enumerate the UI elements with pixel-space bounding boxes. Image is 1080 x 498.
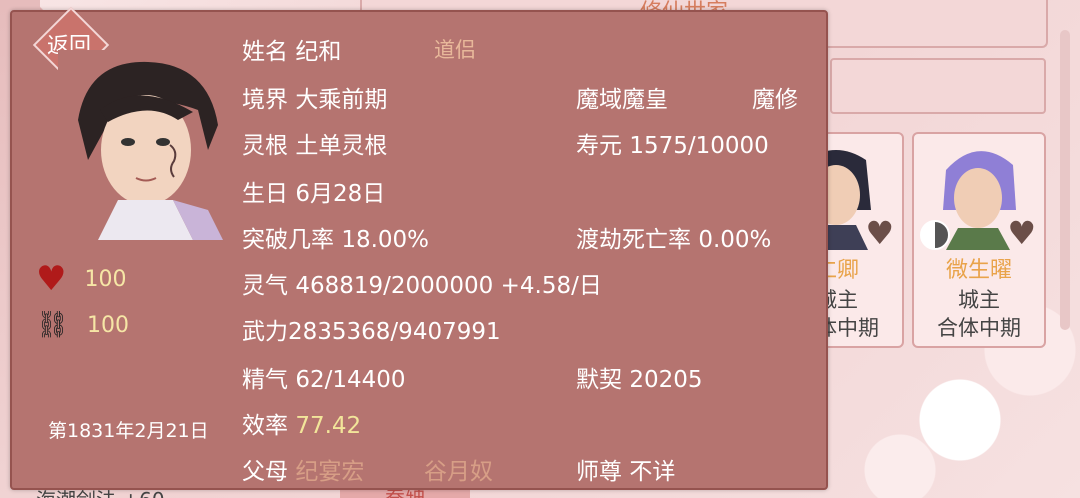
secondary-bar — [830, 58, 1046, 114]
master-row: 师尊 不详 — [576, 452, 675, 486]
qi-row: 灵气 468819/2000000 +4.58/日 — [242, 266, 602, 300]
force-value: 2835368/9407991 — [288, 319, 501, 345]
breakthrough-row: 突破几率 18.00% — [242, 220, 429, 254]
character-card-2[interactable]: ♥ 微生曜 城主 合体中期 — [912, 132, 1046, 348]
birthday-label: 生日 — [242, 181, 288, 207]
tribulation-label: 渡劫死亡率 — [576, 227, 691, 253]
character-realm: 合体中期 — [937, 316, 1021, 340]
efficiency-label: 效率 — [242, 413, 288, 439]
sect-value: 魔修 — [752, 87, 798, 113]
qi-label: 灵气 — [242, 273, 288, 299]
relation-tag: 道侣 — [434, 38, 476, 62]
root-row: 灵根 土单灵根 — [242, 126, 387, 160]
heart-icon: ♥ — [1007, 214, 1036, 252]
force-row: 武力2835368/9407991 — [242, 312, 501, 346]
lifespan-row: 寿元 1575/10000 — [576, 126, 769, 160]
bond-stat-value: 100 — [87, 312, 130, 338]
root-label: 灵根 — [242, 133, 288, 159]
heart-icon: ♥ — [865, 214, 894, 252]
bond-label: 默契 — [576, 367, 622, 393]
tribulation-value: 0.00% — [698, 227, 772, 253]
realm-value: 大乘前期 — [295, 87, 388, 113]
master-value: 不详 — [629, 459, 676, 485]
lifespan-value: 1575/10000 — [629, 133, 769, 159]
parents-row: 父母 纪宴宏 — [242, 452, 364, 486]
character-avatar — [58, 50, 228, 240]
name-row: 姓名 纪和 — [242, 32, 341, 66]
birthday-value: 6月28日 — [295, 181, 386, 207]
birthday-row: 生日 6月28日 — [242, 174, 385, 208]
efficiency-value: 77.42 — [295, 413, 362, 439]
character-info-panel: 返回 ♥ 100 ⛓ 100 第1831年2月21日 姓名 纪和 道侣 境界 大… — [10, 6, 828, 490]
parents-label: 父母 — [242, 459, 288, 485]
mother-link[interactable]: 谷月奴 — [424, 452, 493, 486]
character-name: 微生曜 — [945, 258, 1012, 283]
bond-row: 默契 20205 — [576, 360, 702, 394]
name-label: 姓名 — [242, 39, 288, 65]
heart-icon: ♥ — [36, 259, 67, 299]
affection-value: 100 — [84, 266, 127, 292]
force-label: 武力 — [242, 319, 288, 345]
master-label: 师尊 — [576, 459, 622, 485]
efficiency-row: 效率 77.42 — [242, 406, 361, 440]
affection-stat: ♥ 100 — [36, 259, 127, 299]
essence-value: 62/14400 — [295, 367, 406, 393]
title-value: 魔域魔皇 — [576, 87, 668, 113]
root-value: 土单灵根 — [295, 133, 388, 159]
handcuffs-icon: ⛓ — [36, 310, 70, 340]
realm-row: 境界 大乘前期 — [242, 80, 387, 114]
essence-row: 精气 62/14400 — [242, 360, 406, 394]
qi-value: 468819/2000000 +4.58/日 — [295, 273, 602, 299]
tribulation-row: 渡劫死亡率 0.00% — [576, 220, 771, 254]
father-link[interactable]: 纪宴宏 — [295, 459, 364, 485]
scrollbar[interactable] — [1060, 30, 1070, 330]
lifespan-label: 寿元 — [576, 133, 622, 159]
essence-label: 精气 — [242, 367, 288, 393]
breakthrough-label: 突破几率 — [242, 227, 334, 253]
realm-label: 境界 — [242, 87, 288, 113]
breakthrough-value: 18.00% — [341, 227, 430, 253]
yinyang-icon — [920, 220, 950, 250]
bond-stat: ⛓ 100 — [36, 310, 129, 340]
game-date: 第1831年2月21日 — [48, 420, 209, 442]
name-value: 纪和 — [295, 39, 342, 65]
character-role: 城主 — [958, 288, 1000, 312]
bond-value: 20205 — [629, 367, 703, 393]
